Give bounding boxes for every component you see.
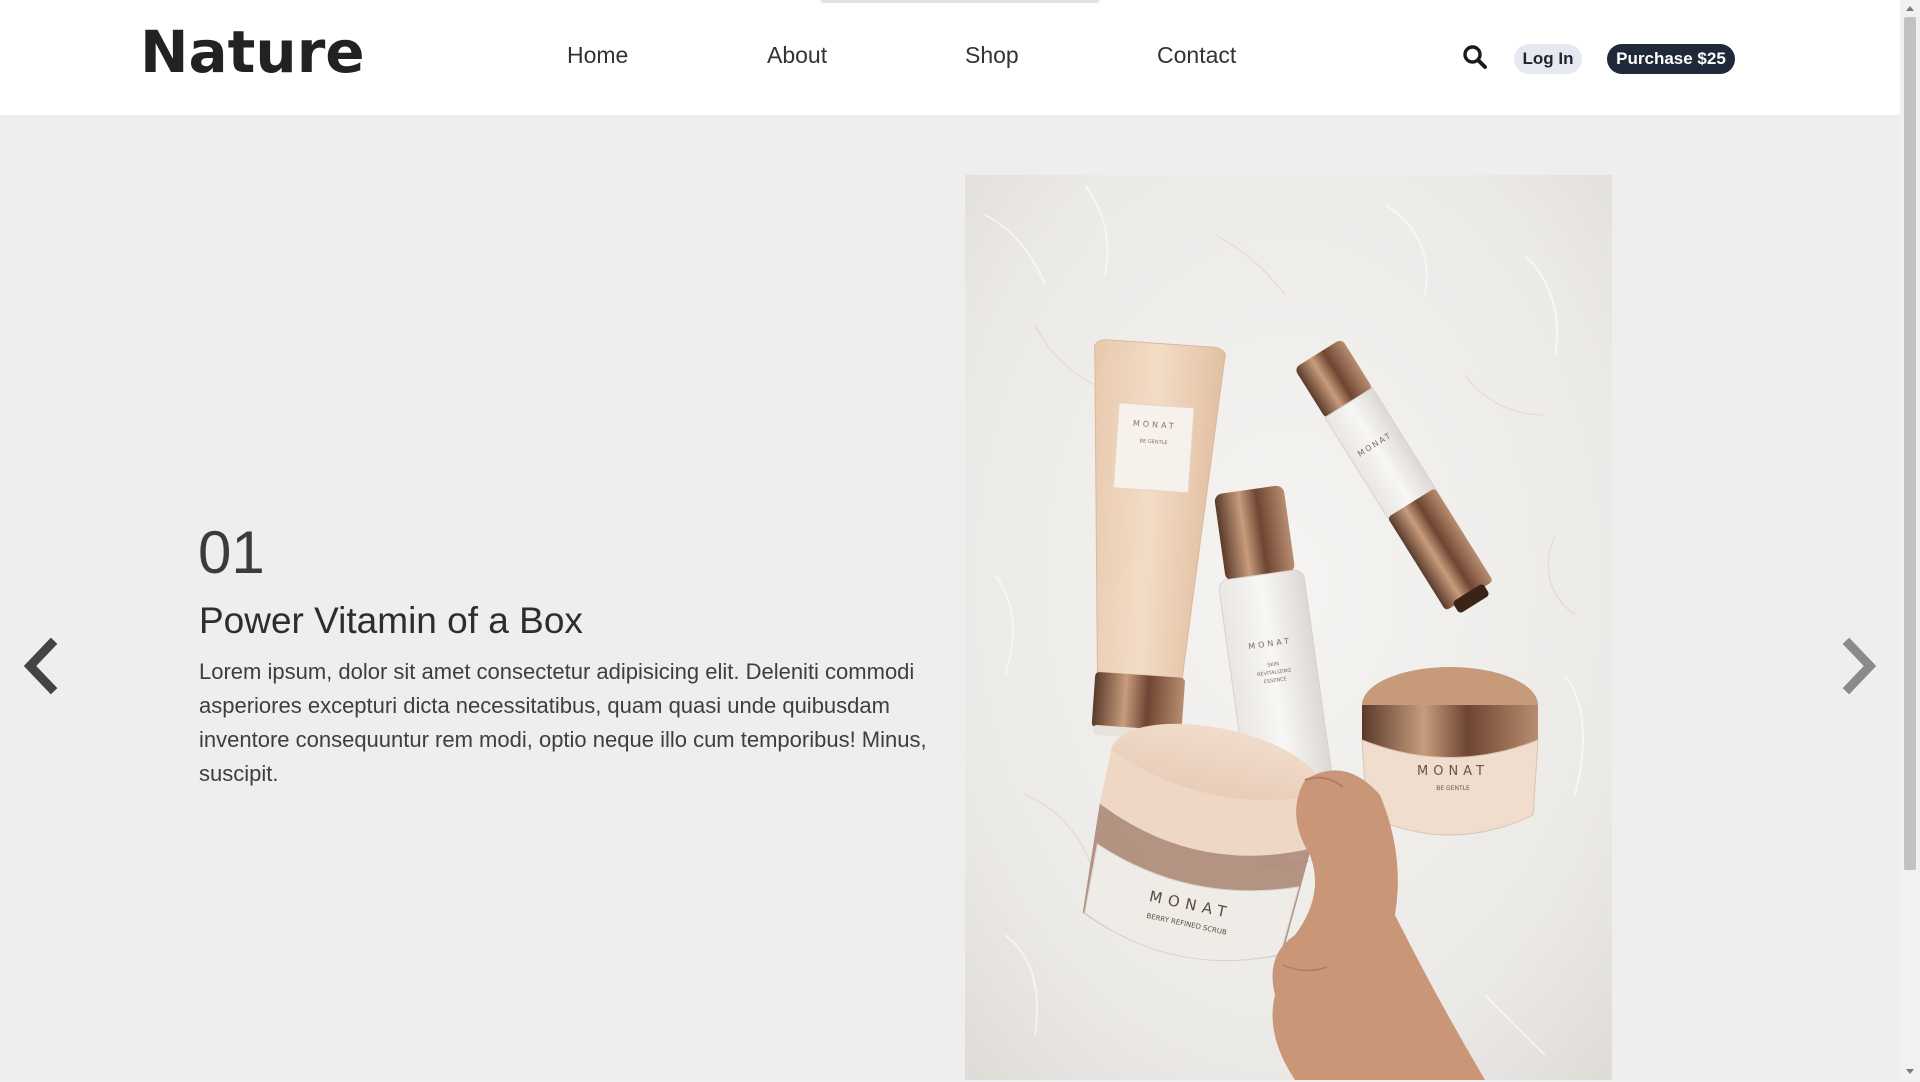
page: Nature Home About Shop Contact Log In Pu… — [0, 0, 1900, 1080]
scrollbar-thumb[interactable] — [1904, 17, 1916, 870]
scroll-down-arrow-icon[interactable] — [1904, 1064, 1916, 1076]
svg-text:MONAT: MONAT — [1417, 764, 1489, 779]
site-logo[interactable]: Nature — [140, 18, 365, 86]
nav-contact[interactable]: Contact — [1157, 42, 1236, 69]
login-button[interactable]: Log In — [1514, 44, 1582, 74]
scroll-up-arrow-icon[interactable] — [1904, 2, 1916, 14]
nav-about[interactable]: About — [767, 42, 827, 69]
slide-title: Power Vitamin of a Box — [199, 600, 583, 641]
top-tab-indicator — [820, 0, 1100, 3]
slide-description: Lorem ipsum, dolor sit amet consectetur … — [199, 659, 927, 786]
slide-number: 01 — [198, 519, 265, 586]
nav-home[interactable]: Home — [567, 42, 628, 69]
vertical-scrollbar[interactable] — [1900, 0, 1920, 1080]
chevron-right-icon[interactable] — [1840, 636, 1880, 696]
nav-shop[interactable]: Shop — [965, 42, 1019, 69]
product-photo: MONAT BE GENTLE MONAT SKIN REVITALIZING … — [965, 175, 1612, 1080]
search-icon[interactable] — [1462, 44, 1488, 70]
site-header: Nature Home About Shop Contact Log In Pu… — [0, 0, 1900, 115]
purchase-button[interactable]: Purchase $25 — [1607, 44, 1735, 74]
chevron-left-icon[interactable] — [20, 636, 60, 696]
svg-text:BE GENTLE: BE GENTLE — [1436, 785, 1470, 792]
